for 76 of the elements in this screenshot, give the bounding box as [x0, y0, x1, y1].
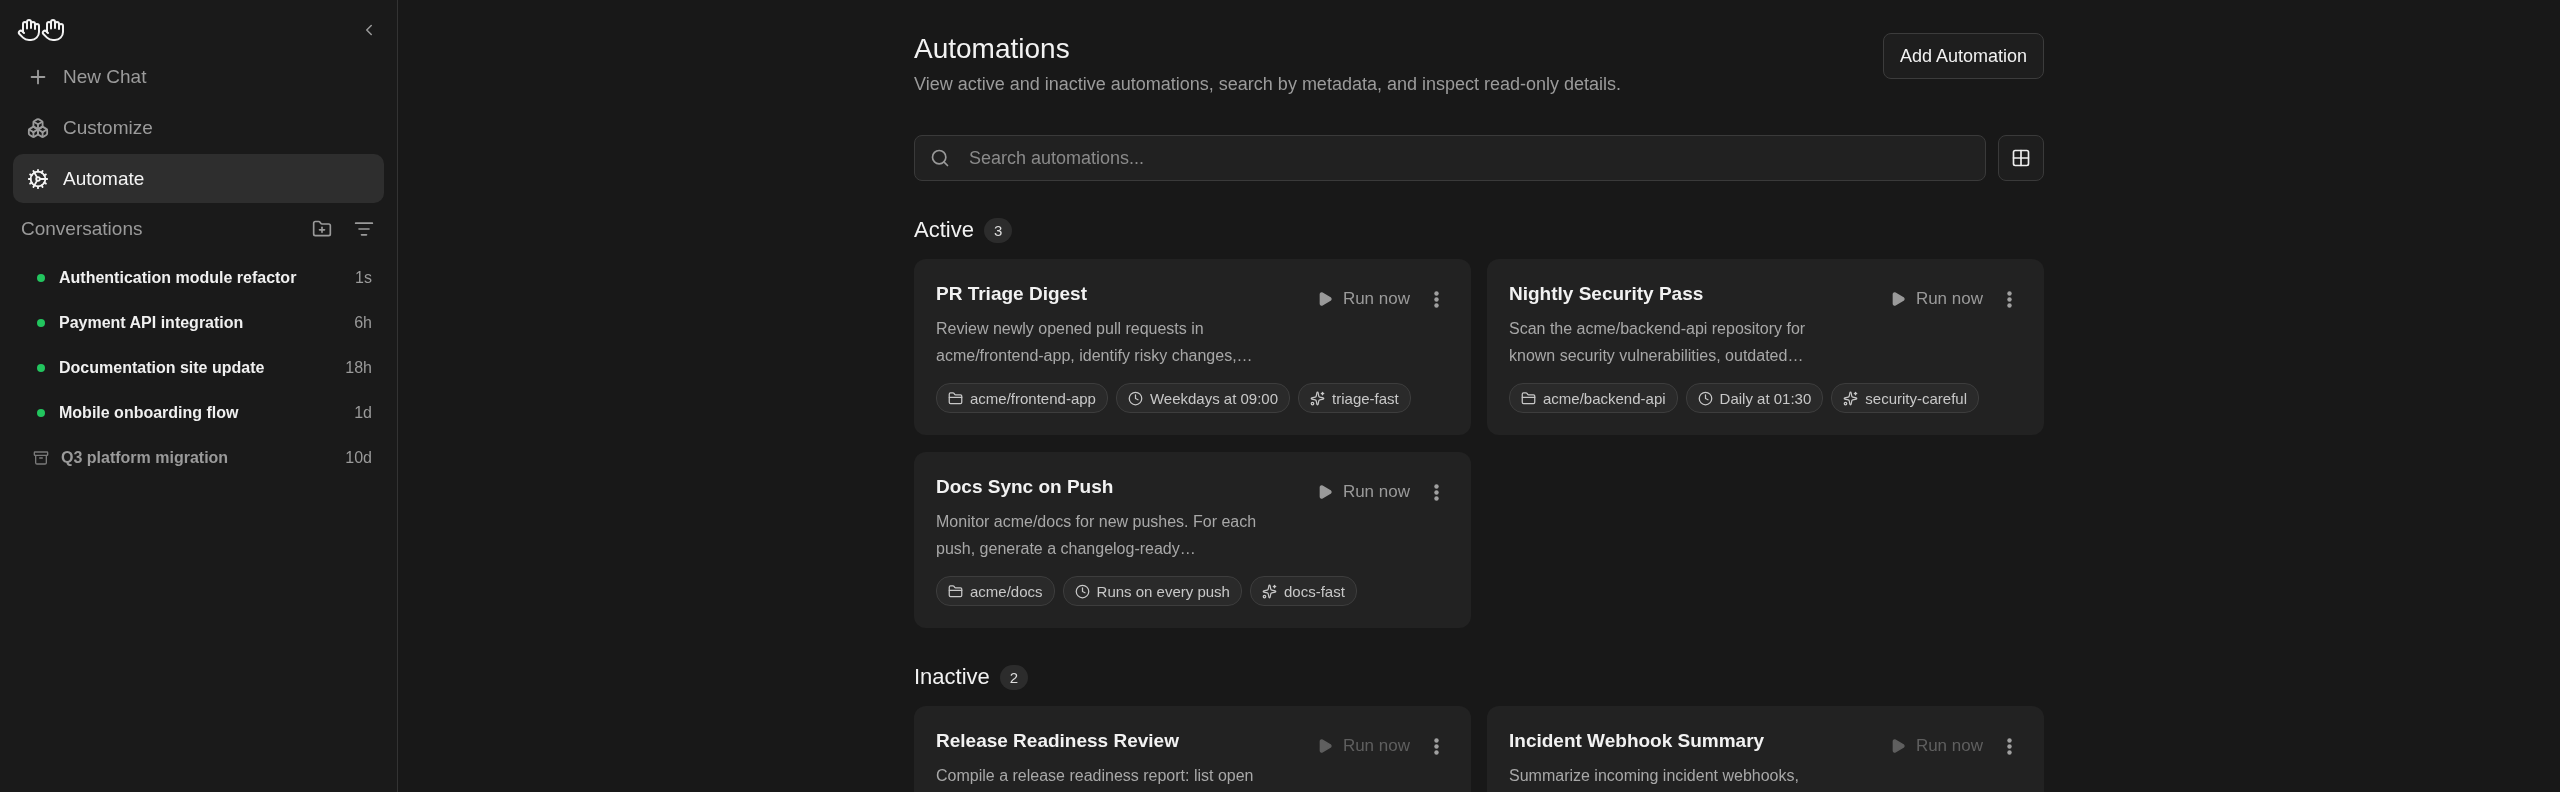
conversation-item[interactable]: Q3 platform migration 10d	[13, 435, 384, 480]
more-icon	[1434, 737, 1439, 755]
status-dot	[37, 273, 45, 282]
run-now-button[interactable]: Run now	[1316, 289, 1410, 309]
automation-card[interactable]: Release Readiness Review Run now Compile a release readiness report: list open	[914, 706, 1471, 792]
automation-title: Nightly Security Pass	[1509, 283, 1704, 305]
more-options-button[interactable]	[2007, 737, 2012, 755]
sparkles-icon	[1843, 390, 1859, 406]
tag-chip: docs-fast	[1249, 576, 1357, 606]
nav-item[interactable]: Customize	[13, 103, 384, 152]
more-icon	[1434, 290, 1439, 308]
run-now-button[interactable]: Run now	[1316, 482, 1410, 502]
automation-card[interactable]: Docs Sync on Push Run now Monitor acme/docs for new pushes. For each push, generate a changelog-ready… acme/docs Runs on every push docs-fast	[914, 452, 1471, 628]
more-options-button[interactable]	[1434, 737, 1439, 755]
tag-chip: security-careful	[1831, 383, 1979, 413]
count-badge: 3	[983, 217, 1013, 243]
filter-icon	[354, 219, 374, 239]
gear-icon	[27, 167, 49, 190]
page-subtitle: View active and inactive automations, search by metadata, and inspect read-only details.	[914, 74, 1622, 95]
automation-description: Compile a release readiness report: list open	[936, 766, 1255, 786]
automation-description: Scan the acme/backend-api repository for known security vulnerabilities, outdated…	[1509, 319, 1807, 366]
more-options-button[interactable]	[1434, 290, 1439, 308]
automation-card[interactable]: Incident Webhook Summary Run now Summarize incoming incident webhooks,	[1487, 706, 2044, 792]
section-title: Active	[914, 217, 974, 243]
tag-chip: acme/backend-api	[1509, 383, 1678, 413]
nav-item[interactable]: Automate	[13, 154, 384, 203]
automation-title: Release Readiness Review	[936, 730, 1179, 752]
search-field[interactable]: Search automations...	[914, 135, 1986, 181]
sparkles-icon	[1261, 583, 1277, 599]
clock-icon	[1127, 390, 1143, 406]
more-options-button[interactable]	[1434, 483, 1439, 501]
automation-card[interactable]: PR Triage Digest Run now Review newly opened pull requests in acme/frontend-app, identify risky changes,… acme/frontend-app Weekdays at 09:00 triage-fast	[914, 259, 1471, 435]
automation-title: PR Triage Digest	[936, 283, 1087, 305]
folder-plus-icon	[312, 219, 332, 239]
status-dot	[37, 408, 45, 417]
more-icon	[2007, 737, 2012, 755]
more-options-button[interactable]	[2007, 290, 2012, 308]
archive-icon	[33, 449, 49, 466]
section-title: Conversations	[21, 218, 143, 240]
sparkles-icon	[1310, 390, 1326, 406]
more-icon	[2007, 290, 2012, 308]
tag-chip: Daily at 01:30	[1685, 383, 1824, 413]
conversation-item[interactable]: Documentation site update 18h	[13, 345, 384, 390]
nav-item[interactable]: New Chat	[13, 52, 384, 101]
automation-description: Review newly opened pull requests in acme/frontend-app, identify risky changes,…	[936, 319, 1254, 366]
automation-description: Summarize incoming incident webhooks,	[1509, 766, 1800, 786]
clock-icon	[1074, 583, 1090, 599]
raised-hands-icon	[17, 18, 65, 42]
grid-view-button[interactable]	[1998, 135, 2044, 181]
status-dot	[37, 318, 45, 327]
tag-chip: acme/docs	[936, 576, 1055, 606]
tag-chip: Weekdays at 09:00	[1115, 383, 1291, 413]
tag-chip: triage-fast	[1298, 383, 1411, 413]
automation-card[interactable]: Nightly Security Pass Run now Scan the acme/backend-api repository for known security vulnerabilities, outdated… acme/backend-api Daily at 01:30 security-careful	[1487, 259, 2044, 435]
conversation-item[interactable]: Payment API integration 6h	[13, 300, 384, 345]
conversation-item[interactable]: Mobile onboarding flow 1d	[13, 390, 384, 435]
add-automation-button[interactable]: Add Automation	[1882, 33, 2044, 79]
clock-icon	[1697, 390, 1713, 406]
folder-icon	[948, 583, 963, 599]
folder-icon	[1521, 390, 1536, 406]
conversation-item[interactable]: Authentication module refactor 1s	[13, 255, 384, 300]
folder-icon	[948, 390, 963, 406]
automation-description: Monitor acme/docs for new pushes. For each push, generate a changelog-ready…	[936, 512, 1258, 559]
grid-icon	[2011, 148, 2031, 168]
automation-title: Incident Webhook Summary	[1509, 730, 1765, 752]
section-title: Inactive	[914, 664, 990, 690]
count-badge: 2	[999, 664, 1029, 690]
status-dot	[37, 363, 45, 372]
search-icon	[930, 148, 950, 168]
page-title: Automations	[914, 33, 1071, 65]
tag-chip: Runs on every push	[1062, 576, 1242, 606]
boxes-icon	[27, 116, 49, 139]
more-icon	[1434, 483, 1439, 501]
automation-title: Docs Sync on Push	[936, 476, 1114, 498]
run-now-button[interactable]: Run now	[1889, 289, 1983, 309]
tag-chip: acme/frontend-app	[936, 383, 1108, 413]
